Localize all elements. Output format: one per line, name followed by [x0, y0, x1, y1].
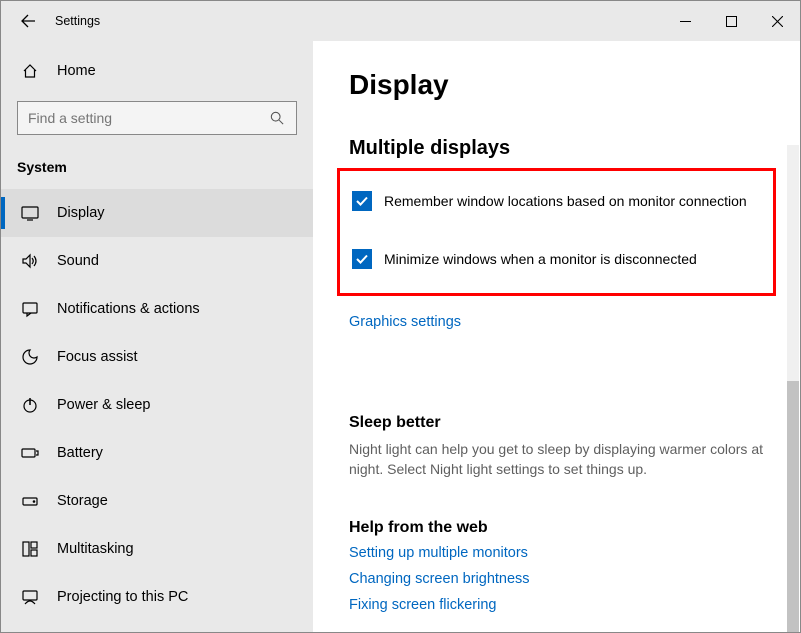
maximize-button[interactable] — [708, 1, 754, 41]
home-icon — [21, 62, 39, 80]
sidebar-item-label: Multitasking — [57, 541, 134, 557]
checkbox-label: Minimize windows when a monitor is disco… — [384, 251, 697, 267]
search-input[interactable] — [28, 110, 268, 126]
sidebar-item-display[interactable]: Display — [1, 189, 313, 237]
scrollbar[interactable] — [787, 145, 799, 632]
window-controls — [662, 1, 800, 41]
sidebar-item-power-sleep[interactable]: Power & sleep — [1, 381, 313, 429]
sidebar-item-sound[interactable]: Sound — [1, 237, 313, 285]
sound-icon — [21, 252, 39, 270]
help-link-flickering[interactable]: Fixing screen flickering — [349, 597, 776, 613]
search-icon — [268, 109, 286, 127]
sidebar-category: System — [1, 151, 313, 189]
notifications-icon — [21, 300, 39, 318]
titlebar: Settings — [1, 1, 800, 41]
sidebar-item-label: Notifications & actions — [57, 301, 200, 317]
sidebar-item-label: Battery — [57, 445, 103, 461]
multitasking-icon — [21, 540, 39, 558]
help-link-brightness[interactable]: Changing screen brightness — [349, 571, 776, 587]
sidebar-item-label: Display — [57, 205, 105, 221]
window-title: Settings — [55, 14, 100, 28]
graphics-settings-link[interactable]: Graphics settings — [349, 314, 776, 330]
battery-icon — [21, 444, 39, 462]
sleep-better-desc: Night light can help you get to sleep by… — [349, 440, 769, 479]
checkbox-checked-icon — [352, 191, 372, 211]
sidebar-home-label: Home — [57, 63, 96, 79]
sidebar-item-label: Focus assist — [57, 349, 138, 365]
multiple-displays-heading: Multiple displays — [349, 137, 776, 160]
search-box[interactable] — [17, 101, 297, 135]
highlight-box: Remember window locations based on monit… — [337, 168, 776, 296]
back-icon[interactable] — [19, 12, 37, 30]
help-heading: Help from the web — [349, 519, 776, 537]
power-icon — [21, 396, 39, 414]
minimize-button[interactable] — [662, 1, 708, 41]
sidebar-home[interactable]: Home — [1, 49, 313, 93]
sidebar: Home System Display Sound Notifica — [1, 41, 313, 632]
checkbox-minimize-disconnected[interactable]: Minimize windows when a monitor is disco… — [350, 239, 763, 279]
sleep-better-heading: Sleep better — [349, 414, 776, 432]
sidebar-item-label: Power & sleep — [57, 397, 151, 413]
checkbox-checked-icon — [352, 249, 372, 269]
focus-assist-icon — [21, 348, 39, 366]
sidebar-item-label: Sound — [57, 253, 99, 269]
sidebar-item-label: Storage — [57, 493, 108, 509]
main: Display Multiple displays Remember windo… — [313, 41, 800, 632]
display-icon — [21, 204, 39, 222]
close-button[interactable] — [754, 1, 800, 41]
sidebar-item-focus-assist[interactable]: Focus assist — [1, 333, 313, 381]
checkbox-label: Remember window locations based on monit… — [384, 193, 747, 209]
scrollbar-thumb[interactable] — [787, 381, 799, 632]
page-title: Display — [349, 69, 776, 101]
projecting-icon — [21, 588, 39, 606]
storage-icon — [21, 492, 39, 510]
sidebar-item-battery[interactable]: Battery — [1, 429, 313, 477]
sidebar-item-label: Projecting to this PC — [57, 589, 188, 605]
sidebar-item-notifications[interactable]: Notifications & actions — [1, 285, 313, 333]
help-link-multiple-monitors[interactable]: Setting up multiple monitors — [349, 545, 776, 561]
checkbox-remember-locations[interactable]: Remember window locations based on monit… — [350, 181, 763, 221]
sidebar-item-multitasking[interactable]: Multitasking — [1, 525, 313, 573]
sidebar-item-projecting[interactable]: Projecting to this PC — [1, 573, 313, 621]
sidebar-item-storage[interactable]: Storage — [1, 477, 313, 525]
